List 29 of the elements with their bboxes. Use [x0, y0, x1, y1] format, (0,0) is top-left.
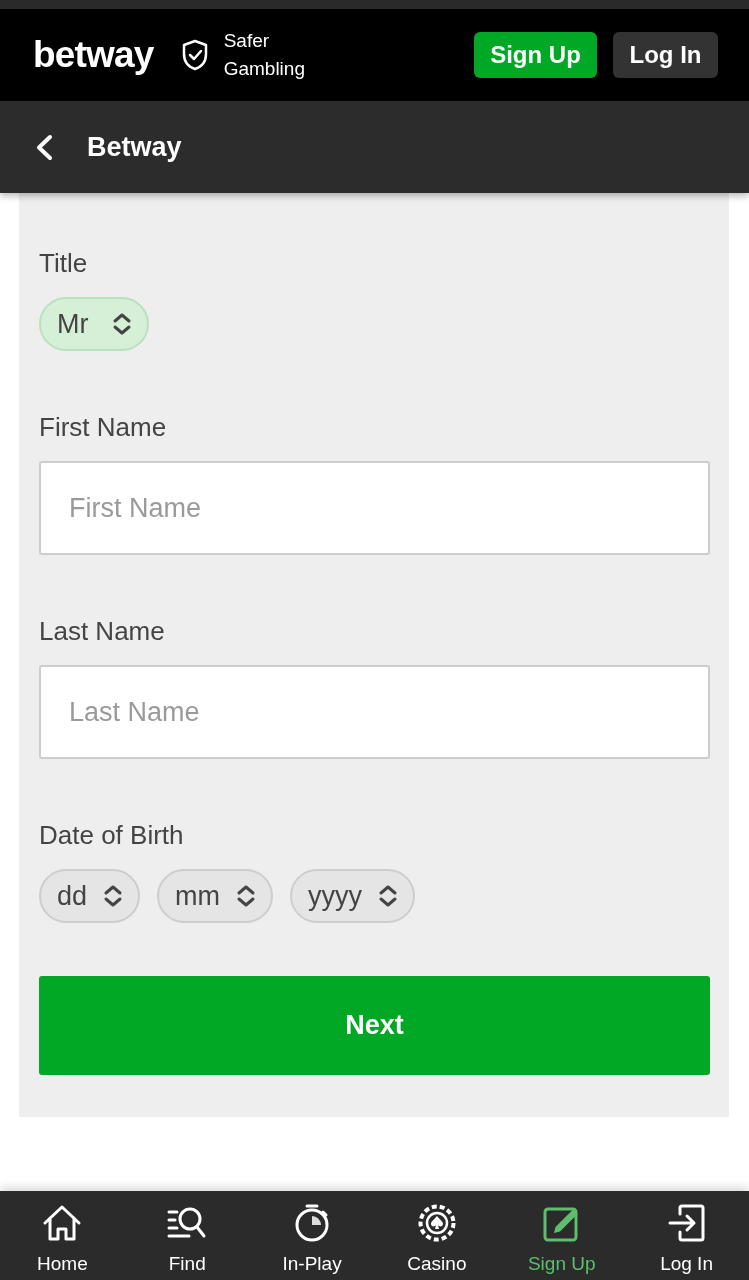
- log-in-arrow-icon: [666, 1203, 707, 1243]
- back-chevron-icon[interactable]: [35, 133, 53, 161]
- up-down-chevron-icon: [112, 312, 132, 336]
- shield-tick-icon[interactable]: [180, 39, 209, 71]
- text-input-field[interactable]: Last Name: [39, 665, 710, 759]
- dropdown-select[interactable]: Mr: [39, 297, 149, 351]
- up-down-chevron-icon: [378, 884, 399, 908]
- field-label: Last Name: [39, 615, 166, 647]
- nav-tab[interactable]: In-Play: [249, 1191, 375, 1280]
- field-label: Title: [39, 247, 89, 279]
- field-label: First Name: [39, 411, 168, 443]
- dropdown-select[interactable]: dd: [39, 869, 141, 923]
- nav-tab[interactable]: Find: [124, 1191, 250, 1280]
- nav-tab[interactable]: Sign Up: [499, 1191, 625, 1280]
- safer-gambling-link[interactable]: Safer Gambling: [223, 27, 305, 83]
- nav-tab[interactable]: Casino: [374, 1191, 500, 1280]
- text-input-field[interactable]: First Name: [39, 461, 710, 555]
- up-down-chevron-icon: [236, 884, 257, 908]
- page-title: Betway: [87, 131, 182, 163]
- poker-chip-icon: [416, 1203, 457, 1243]
- dropdown-select[interactable]: yyyy: [290, 869, 416, 923]
- log-in-button[interactable]: Log In: [613, 32, 718, 78]
- up-down-chevron-icon: [103, 884, 124, 908]
- dropdown-select[interactable]: mm: [157, 869, 274, 923]
- field-label: Date of Birth: [39, 819, 185, 851]
- home-icon: [42, 1203, 83, 1243]
- logo[interactable]: betway: [33, 33, 154, 77]
- nav-tab[interactable]: Home: [0, 1191, 125, 1280]
- nav-tab[interactable]: Log In: [624, 1191, 749, 1280]
